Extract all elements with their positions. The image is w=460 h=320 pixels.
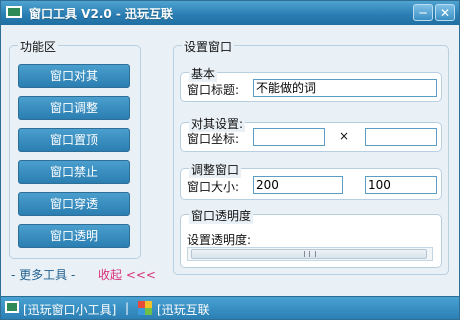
size-width-input[interactable]: 200 bbox=[253, 176, 343, 194]
window-size-label: 窗口大小: bbox=[187, 180, 240, 194]
settings-group: 设置窗口 基本 窗口标题: 不能做的词 对其设置: 窗口坐标: × 调整窗口 窗… bbox=[173, 38, 449, 275]
position-x-input[interactable] bbox=[253, 128, 325, 146]
opacity-slider-thumb[interactable] bbox=[191, 249, 427, 259]
align-window-button[interactable]: 窗口对其 bbox=[18, 64, 130, 88]
window-title-input[interactable]: 不能做的词 bbox=[253, 79, 437, 97]
close-button[interactable]: ✕ bbox=[435, 4, 455, 21]
status-separator: | bbox=[125, 301, 130, 315]
click-through-window-button[interactable]: 窗口穿透 bbox=[18, 192, 130, 216]
topmost-window-button[interactable]: 窗口置顶 bbox=[18, 128, 130, 152]
disable-window-button[interactable]: 窗口禁止 bbox=[18, 160, 130, 184]
opacity-group-title: 窗口透明度 bbox=[189, 207, 254, 224]
opacity-label: 设置透明度: bbox=[187, 233, 252, 247]
window-icon bbox=[5, 301, 19, 313]
grip-icon bbox=[304, 251, 316, 257]
basic-group-title: 基本 bbox=[189, 65, 218, 82]
function-area-title: 功能区 bbox=[18, 38, 59, 55]
status-app-name[interactable]: [迅玩窗口小工具] bbox=[23, 301, 116, 318]
transparent-window-button[interactable]: 窗口透明 bbox=[18, 224, 130, 248]
status-bar: [迅玩窗口小工具] | [迅玩互联 bbox=[1, 296, 459, 319]
title-bar[interactable]: 窗口工具 V2.0 - 迅玩互联 ─ ✕ bbox=[1, 1, 459, 25]
collapse-link[interactable]: 收起 <<< bbox=[98, 266, 156, 283]
adjust-group: 调整窗口 窗口大小: 200 × 100 bbox=[180, 161, 442, 200]
window-title: 窗口工具 V2.0 - 迅玩互联 bbox=[29, 7, 174, 21]
opacity-slider[interactable] bbox=[187, 247, 433, 261]
position-times-sign: × bbox=[339, 129, 350, 143]
size-height-input[interactable]: 100 bbox=[365, 176, 437, 194]
function-area-group: 功能区 窗口对其 窗口调整 窗口置顶 窗口禁止 窗口穿透 窗口透明 bbox=[9, 38, 141, 259]
adjust-window-button[interactable]: 窗口调整 bbox=[18, 96, 130, 120]
settings-title: 设置窗口 bbox=[182, 38, 235, 55]
window-icon bbox=[6, 6, 22, 18]
app-window: 窗口工具 V2.0 - 迅玩互联 ─ ✕ 功能区 窗口对其 窗口调整 窗口置顶 … bbox=[0, 0, 460, 320]
adjust-group-title: 调整窗口 bbox=[189, 161, 242, 178]
basic-group: 基本 窗口标题: 不能做的词 bbox=[180, 65, 442, 102]
more-tools-link[interactable]: - 更多工具 - bbox=[11, 266, 75, 283]
position-y-input[interactable] bbox=[365, 128, 437, 146]
align-group: 对其设置: 窗口坐标: × bbox=[180, 115, 442, 152]
colorful-logo-icon bbox=[138, 301, 152, 315]
status-brand[interactable]: [迅玩互联 bbox=[157, 301, 210, 318]
window-position-label: 窗口坐标: bbox=[187, 132, 240, 146]
opacity-group: 窗口透明度 设置透明度: bbox=[180, 207, 442, 268]
minimize-button[interactable]: ─ bbox=[413, 4, 433, 21]
window-title-label: 窗口标题: bbox=[187, 83, 240, 97]
